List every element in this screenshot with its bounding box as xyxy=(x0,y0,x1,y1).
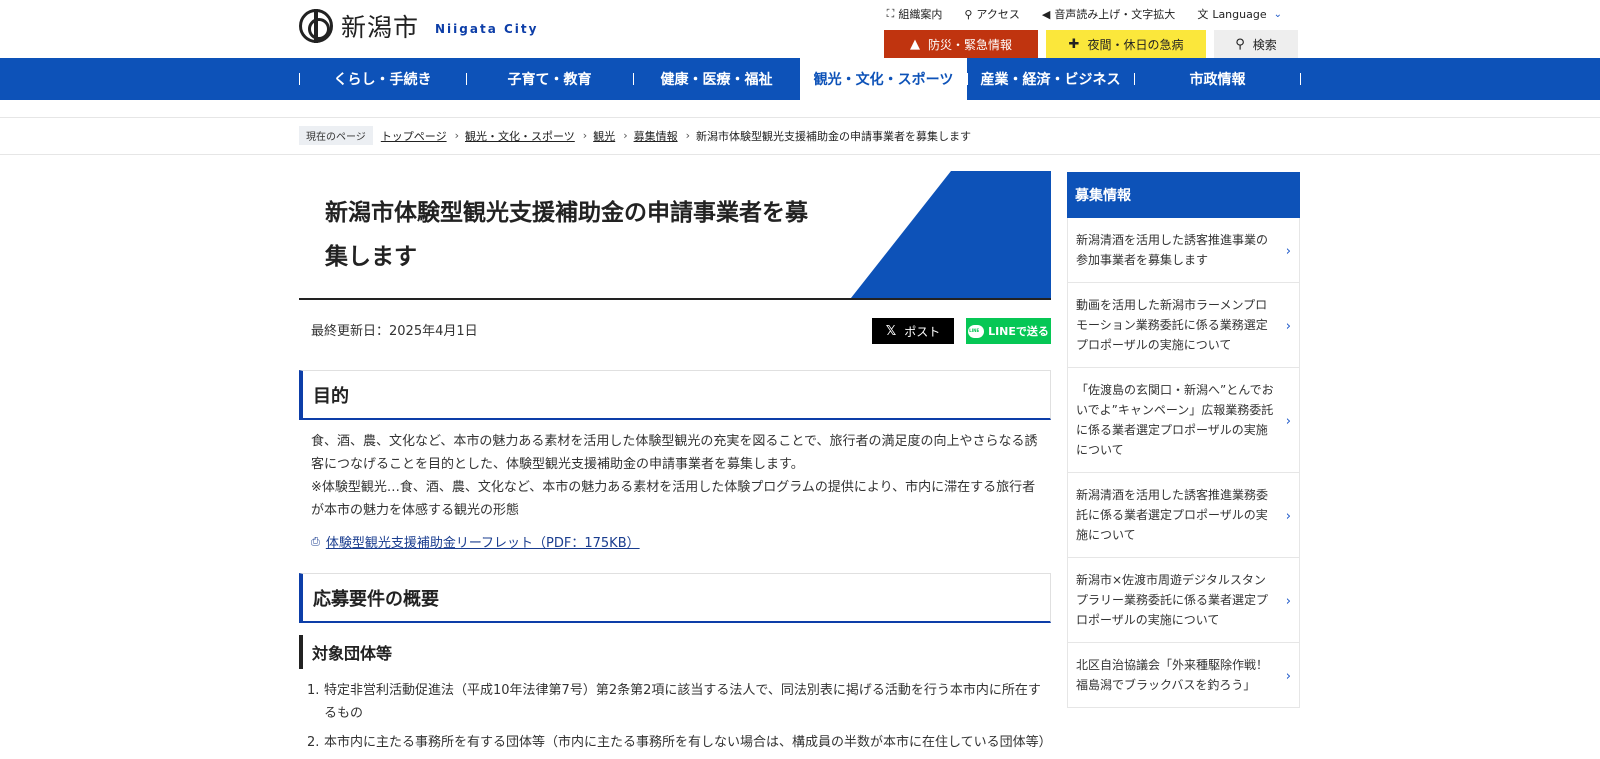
sidebar: 募集情報 新潟清酒を活用した誘客推進事業の参加事業者を募集します › 動画を活用… xyxy=(1067,172,1300,708)
util-link-access[interactable]: ⚲ アクセス xyxy=(964,6,1020,22)
search-label: 検索 xyxy=(1252,37,1277,52)
util-link-accessibility[interactable]: ◀ 音声読み上げ・文字拡大 xyxy=(1042,6,1175,22)
chevron-right-icon: › xyxy=(582,129,588,142)
util-link-label: アクセス xyxy=(976,8,1020,21)
list-item: 1. 特定非営利活動促進法（平成10年法律第7号）第2条第2項に該当する法人で、… xyxy=(299,679,1051,725)
breadcrumb-tag: 現在のページ xyxy=(299,126,373,145)
sidebar-item[interactable]: 北区自治協議会「外来種駆除作戦！福島潟でブラックバスを釣ろう」 › xyxy=(1067,643,1300,708)
chevron-right-icon: › xyxy=(1285,319,1291,334)
gnav-item-living[interactable]: くらし・手続き xyxy=(299,58,466,100)
purpose-note: ※体験型観光…食、酒、農、文化など、本市の魅力ある素材を活用した体験プログラムの… xyxy=(311,480,1036,518)
gnav-item-tourism-culture-sports[interactable]: 観光・文化・スポーツ xyxy=(800,58,967,100)
gnav-item-health-welfare[interactable]: 健康・医療・福祉 xyxy=(633,58,800,100)
chevron-right-icon: › xyxy=(685,129,690,142)
page-title-line1: 新潟市体験型観光支援補助金の申請事業者を募 xyxy=(325,200,808,226)
translate-icon: 文 xyxy=(1197,8,1209,21)
sidebar-item[interactable]: 新潟清酒を活用した誘客推進業務委託に係る業者選定プロポーザルの実施について › xyxy=(1067,473,1300,558)
pdf-link-text[interactable]: 体験型観光支援補助金リーフレット（PDF：175KB） xyxy=(326,532,640,551)
util-link-label: 組織案内 xyxy=(898,8,943,21)
sidebar-heading: 募集情報 xyxy=(1067,172,1300,218)
warning-icon: ▲ xyxy=(909,36,920,52)
sidebar-item-label: 動画を活用した新潟市ラーメンプロモーション業務委託に係る業務選定プロポーザルの実… xyxy=(1076,298,1268,352)
sidebar-item[interactable]: 新潟清酒を活用した誘客推進事業の参加事業者を募集します › xyxy=(1067,218,1300,283)
sidebar-item-label: 新潟市×佐渡市周遊デジタルスタンプラリー業務委託に係る業者選定プロポーザルの実施… xyxy=(1076,573,1269,627)
breadcrumb-link-recruitment[interactable]: 募集情報 xyxy=(634,128,678,144)
gnav-item-industry-business[interactable]: 産業・経済・ビジネス xyxy=(967,58,1134,100)
line-logo-icon xyxy=(968,324,985,338)
sidebar-item[interactable]: 「佐渡島の玄関口・新潟へ”とんでおいでよ”キャンペーン」広報業務委託に係る業者選… xyxy=(1067,368,1300,473)
hospital-icon: ✚ xyxy=(1068,36,1080,52)
speaker-icon: ◀ xyxy=(1041,7,1051,21)
global-nav: くらし・手続き 子育て・教育 健康・医療・福祉 観光・文化・スポーツ 産業・経済… xyxy=(0,58,1600,100)
sidebar-item-label: 新潟清酒を活用した誘客推進事業の参加事業者を募集します xyxy=(1076,233,1269,267)
last-updated: 最終更新日：2025年4月1日 xyxy=(311,324,478,339)
purpose-paragraph: 食、酒、農、文化など、本市の魅力ある素材を活用した体験型観光の充実を図ることで、… xyxy=(311,434,1038,472)
city-emblem-icon xyxy=(299,9,333,43)
chevron-right-icon: › xyxy=(1285,414,1291,429)
chevron-right-icon: › xyxy=(1285,594,1291,609)
search-button[interactable]: ⚲ 検索 xyxy=(1214,30,1298,58)
sidebar-item-label: 新潟清酒を活用した誘客推進業務委託に係る業者選定プロポーザルの実施について xyxy=(1076,488,1269,542)
util-link-organization[interactable]: ⛶ 組織案内 xyxy=(887,6,943,22)
language-selector[interactable]: 文 Language ⌄ xyxy=(1197,6,1282,22)
sidebar-item[interactable]: 動画を活用した新潟市ラーメンプロモーション業務委託に係る業務選定プロポーザルの実… xyxy=(1067,283,1300,368)
page-title-line2: 集します xyxy=(325,244,417,270)
sidebar-item-label: 北区自治協議会「外来種駆除作戦！福島潟でブラックバスを釣ろう」 xyxy=(1076,658,1269,692)
gnav-item-city-administration[interactable]: 市政情報 xyxy=(1134,58,1301,100)
share-line-button[interactable]: LINEで送る xyxy=(966,318,1051,344)
chevron-right-icon: › xyxy=(1285,509,1291,524)
site-header: 新潟市 Niigata City ⛶ 組織案内 ⚲ アクセス ◀ 音声読み上げ・… xyxy=(0,0,1600,58)
share-x-label: ポスト xyxy=(904,324,941,339)
utility-links: ⛶ 組織案内 ⚲ アクセス ◀ 音声読み上げ・文字拡大 文 Language ⌄ xyxy=(887,6,1282,22)
chevron-right-icon: › xyxy=(623,129,628,142)
breadcrumb-link-tourism-culture-sports[interactable]: 観光・文化・スポーツ xyxy=(465,128,575,144)
list-item-number: 1. xyxy=(307,683,320,698)
list-item-number: 2. xyxy=(307,735,320,750)
list-item-text: 本市内に主たる事務所を有する団体等（市内に主たる事務所を有しない場合は、構成員の… xyxy=(324,735,1052,750)
disaster-info-button[interactable]: ▲ 防災・緊急情報 xyxy=(884,30,1038,58)
header-buttons: ▲ 防災・緊急情報 ✚ 夜間・休日の急病 ⚲ 検索 xyxy=(884,30,1298,58)
x-logo-icon: 𝕏 xyxy=(885,323,897,339)
org-chart-icon: ⛶ xyxy=(886,7,895,20)
list-item: 2. 本市内に主たる事務所を有する団体等（市内に主たる事務所を有しない場合は、構… xyxy=(299,731,1052,754)
share-x-button[interactable]: 𝕏 ポスト xyxy=(872,318,954,344)
breadcrumb: 現在のページ トップページ › 観光・文化・スポーツ › 観光 › 募集情報 ›… xyxy=(299,126,971,145)
title-decoration xyxy=(851,171,1051,298)
eligible-groups-list: 1. 特定非営利活動促進法（平成10年法律第7号）第2条第2項に該当する法人で、… xyxy=(299,679,1052,754)
page-title: 新潟市体験型観光支援補助金の申請事業者を募 集します xyxy=(325,191,865,279)
list-item-text: 特定非営利活動促進法（平成10年法律第7号）第2条第2項に該当する法人で、同法別… xyxy=(324,683,1041,721)
subsection-heading-eligible-groups: 対象団体等 xyxy=(299,635,1051,669)
meta-row: 最終更新日：2025年4月1日 𝕏 ポスト LINEで送る xyxy=(299,300,1051,370)
chevron-right-icon: › xyxy=(1285,669,1291,684)
search-icon: ⚲ xyxy=(1235,36,1245,52)
section-heading-requirements: 応募要件の概要 xyxy=(299,573,1051,623)
gnav-item-childcare-education[interactable]: 子育て・教育 xyxy=(466,58,633,100)
pdf-file-icon: ⎙ xyxy=(311,534,320,548)
night-holiday-emergency-button[interactable]: ✚ 夜間・休日の急病 xyxy=(1046,30,1206,58)
site-logo[interactable]: 新潟市 Niigata City xyxy=(299,9,538,43)
breadcrumb-current: 新潟市体験型観光支援補助金の申請事業者を募集します xyxy=(696,129,971,143)
page-title-box: 新潟市体験型観光支援補助金の申請事業者を募 集します xyxy=(299,171,1051,300)
section-heading-purpose: 目的 xyxy=(299,370,1051,420)
main-content: 新潟市体験型観光支援補助金の申請事業者を募 集します 最終更新日：2025年4月… xyxy=(299,171,1052,759)
emergency-label: 夜間・休日の急病 xyxy=(1087,37,1184,52)
chevron-down-icon: ⌄ xyxy=(1273,8,1282,20)
breadcrumb-bar: 現在のページ トップページ › 観光・文化・スポーツ › 観光 › 募集情報 ›… xyxy=(0,117,1600,155)
breadcrumb-link-tourism[interactable]: 観光 xyxy=(593,128,615,144)
breadcrumb-link-top[interactable]: トップページ xyxy=(381,128,447,144)
map-pin-icon: ⚲ xyxy=(964,7,973,21)
logo-text-en: Niigata City xyxy=(435,22,539,36)
pdf-download-link[interactable]: ⎙ 体験型観光支援補助金リーフレット（PDF：175KB） xyxy=(299,522,1051,561)
chevron-right-icon: › xyxy=(1285,244,1291,259)
sidebar-item-label: 「佐渡島の玄関口・新潟へ”とんでおいでよ”キャンペーン」広報業務委託に係る業者選… xyxy=(1076,383,1274,457)
disaster-info-label: 防災・緊急情報 xyxy=(927,37,1012,52)
section-purpose-body: 食、酒、農、文化など、本市の魅力ある素材を活用した体験型観光の充実を図ることで、… xyxy=(299,420,1051,522)
share-line-label: LINEで送る xyxy=(988,325,1049,338)
util-link-label: 音声読み上げ・文字拡大 xyxy=(1054,8,1176,21)
chevron-right-icon: › xyxy=(454,129,459,142)
language-label: Language xyxy=(1212,7,1267,21)
sidebar-item[interactable]: 新潟市×佐渡市周遊デジタルスタンプラリー業務委託に係る業者選定プロポーザルの実施… xyxy=(1067,558,1300,643)
logo-text-jp: 新潟市 xyxy=(341,13,420,42)
